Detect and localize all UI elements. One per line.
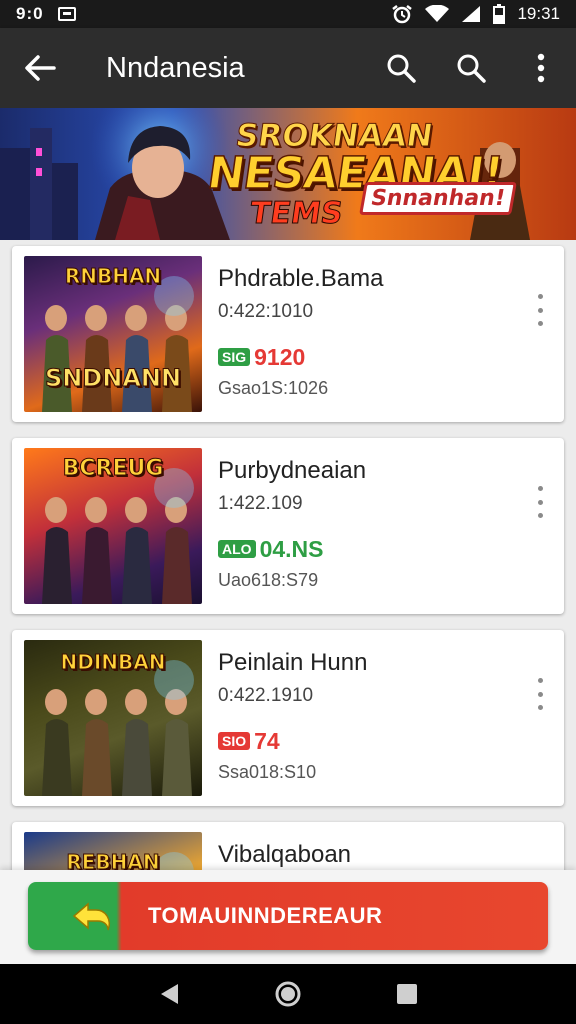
price-value: 74 [254, 727, 280, 754]
bottom-action-area: TOMAUINNDEREAUR [0, 870, 576, 964]
back-button[interactable] [0, 28, 80, 108]
game-thumbnail[interactable]: RNBHAN SNDNANN [24, 256, 202, 412]
alarm-icon [392, 5, 413, 24]
thumbnail-title-bottom: SNDNANN [44, 364, 182, 393]
price-row: ALO 04.NS [218, 536, 508, 562]
search-icon [457, 54, 486, 83]
price-badge: SIG [218, 348, 251, 366]
price-badge: SIO [218, 732, 251, 750]
page-title: Nndanesia [106, 51, 245, 84]
system-nav-bar [0, 964, 576, 1024]
status-bar: 9:0 19:31 [0, 0, 576, 28]
game-info: Phdrable.Bama 0:422:1010 SIG 9120 Gsao1S… [218, 264, 508, 399]
app-bar: Nndanesia [0, 28, 576, 108]
card-more-menu-icon[interactable] [530, 678, 550, 710]
promo-banner[interactable]: SROKNAAN NESAEANAI! TEMS Snnanhan! [0, 108, 576, 240]
game-thumbnail[interactable]: NDINBAN [24, 640, 202, 796]
triangle-back-icon [161, 984, 179, 1004]
game-title: Peinlain Hunn [218, 649, 368, 676]
nav-recent-button[interactable] [387, 974, 427, 1014]
game-card[interactable]: NDINBAN Peinlain Hunn 0:422.1910 SIO 74 … [12, 630, 564, 806]
status-right: 19:31 [391, 4, 560, 24]
game-date: 1:422.109 [218, 493, 303, 514]
status-time-right: 19:31 [517, 4, 560, 23]
banner-tag-label: Snnanhan! [368, 186, 508, 211]
banner-headline-3: TEMS [247, 196, 345, 232]
signal-icon [462, 6, 481, 22]
arrow-left-icon [25, 55, 56, 81]
card-more-menu-icon[interactable] [530, 294, 550, 326]
game-stat: Uao618:S79 [218, 570, 319, 590]
search-button[interactable] [366, 28, 436, 108]
battery-icon [493, 4, 506, 24]
primary-action-button[interactable]: TOMAUINNDEREAUR [28, 882, 548, 950]
thumbnail-title-top: BCREUG [62, 456, 164, 482]
nav-home-button[interactable] [268, 974, 308, 1014]
game-date: 0:422.1910 [218, 685, 314, 706]
status-left: 9:0 [16, 4, 76, 24]
thumbnail-title-top: RNBHAN [64, 264, 162, 289]
thumbnail-title-top: NDINBAN [60, 650, 166, 675]
circle-home-icon [275, 981, 301, 1007]
overflow-menu-button[interactable] [506, 28, 576, 108]
search-icon [387, 54, 416, 83]
price-value: 04.NS [259, 535, 324, 562]
wifi-icon [425, 5, 450, 22]
screen: 9:0 19:31 Nndanesia SROKNAAN NESAEANAI! … [0, 0, 576, 1024]
price-badge: ALO [218, 540, 256, 558]
game-title: Vibalqaboan [218, 841, 352, 868]
square-recent-icon [396, 984, 417, 1004]
primary-action-label: TOMAUINNDEREAUR [148, 903, 383, 928]
status-time-left: 9:0 [16, 4, 44, 23]
game-info: Peinlain Hunn 0:422.1910 SIO 74 Ssa018:S… [218, 648, 508, 783]
game-stat: Ssa018:S10 [218, 762, 317, 782]
game-date: 0:422:1010 [218, 301, 314, 322]
card-more-menu-icon[interactable] [530, 486, 550, 518]
notification-icon [57, 7, 76, 21]
more-vert-icon [537, 53, 545, 83]
price-row: SIG 9120 [218, 344, 508, 370]
price-row: SIO 74 [218, 728, 508, 754]
game-thumbnail[interactable]: BCREUG [24, 448, 202, 604]
game-stat: Gsao1S:1026 [218, 378, 329, 398]
price-value: 9120 [254, 343, 306, 370]
game-title: Purbydneaian [218, 457, 367, 484]
game-title: Phdrable.Bama [218, 265, 384, 292]
game-info: Purbydneaian 1:422.109 ALO 04.NS Uao618:… [218, 456, 508, 591]
undo-arrow-icon [28, 882, 118, 950]
search-button-secondary[interactable] [436, 28, 506, 108]
game-info: Vibalqaboan [218, 840, 508, 870]
banner-tag: Snnanhan! [359, 182, 517, 215]
nav-back-button[interactable] [149, 974, 189, 1014]
game-card[interactable]: RNBHAN SNDNANN Phdrable.Bama 0:422:1010 … [12, 246, 564, 422]
game-card[interactable]: BCREUG Purbydneaian 1:422.109 ALO 04.NS … [12, 438, 564, 614]
